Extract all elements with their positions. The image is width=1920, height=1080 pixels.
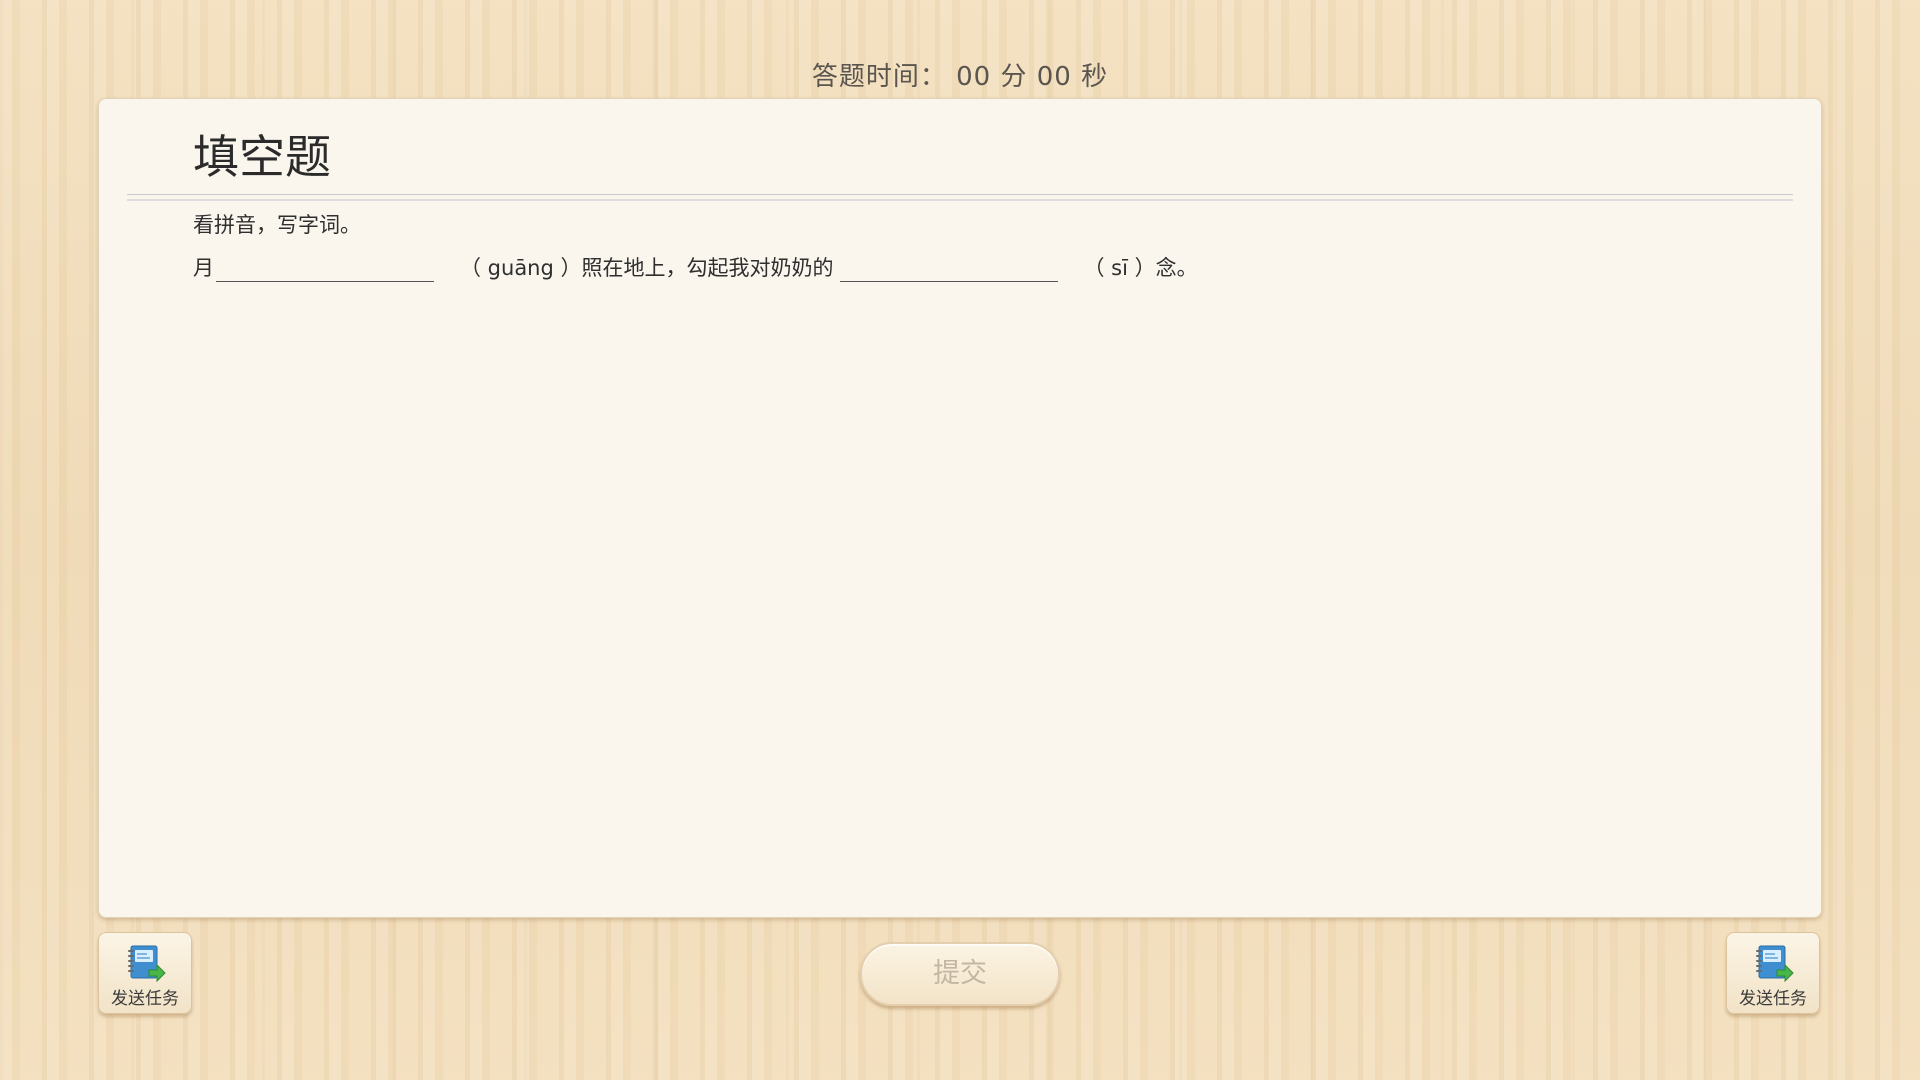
answer-blank-1[interactable] xyxy=(216,251,434,282)
timer-minutes-unit: 分 xyxy=(1000,62,1028,92)
question-segment-2: （ guāng ）照在地上，勾起我对奶奶的 xyxy=(460,256,834,280)
timer-seconds-unit: 秒 xyxy=(1081,62,1109,92)
timer-label: 答题时间： xyxy=(811,62,947,92)
timer-seconds: 00 xyxy=(1036,62,1072,92)
answer-timer: 答题时间： 00 分 00 秒 xyxy=(0,56,1920,93)
title-divider xyxy=(127,194,1793,201)
notebook-send-icon xyxy=(1756,945,1794,983)
question-segment-3: （ sī ）念。 xyxy=(1083,256,1198,280)
question-instruction: 看拼音，写字词。 xyxy=(193,213,361,237)
send-task-button-left[interactable]: 发送任务 xyxy=(98,932,192,1014)
send-task-label-right: 发送任务 xyxy=(1739,989,1807,1009)
question-segment-1: 月 xyxy=(193,256,214,280)
answer-blank-2[interactable] xyxy=(839,251,1058,282)
send-task-label-left: 发送任务 xyxy=(111,989,179,1009)
timer-minutes: 00 xyxy=(956,62,992,92)
notebook-send-icon xyxy=(128,945,166,983)
question-panel: 填空题 看拼音，写字词。 月 （ guāng ）照在地上，勾起我对奶奶的 （ s… xyxy=(98,98,1822,918)
fill-blank-question: 月 （ guāng ）照在地上，勾起我对奶奶的 （ sī ）念。 xyxy=(193,251,1202,282)
send-task-button-right[interactable]: 发送任务 xyxy=(1726,932,1820,1014)
submit-button[interactable]: 提交 xyxy=(860,942,1060,1006)
question-type-title: 填空题 xyxy=(193,130,331,184)
